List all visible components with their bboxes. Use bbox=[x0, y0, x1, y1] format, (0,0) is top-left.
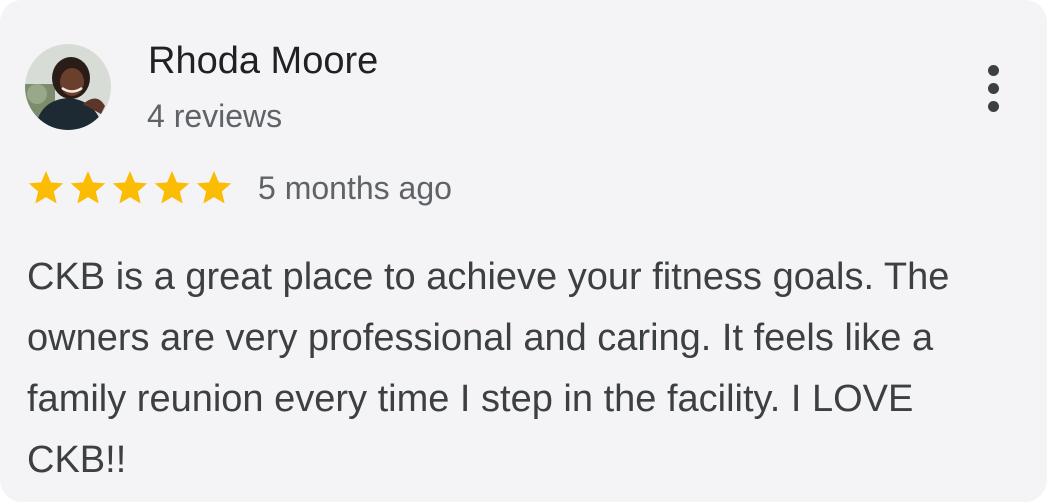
reviewer-name[interactable]: Rhoda Moore bbox=[148, 40, 378, 83]
avatar-photo bbox=[25, 44, 111, 130]
star-icon bbox=[70, 171, 106, 204]
review-card: Rhoda Moore 4 reviews 5 months ago CKB i… bbox=[0, 0, 1047, 502]
star-icon bbox=[28, 171, 64, 204]
star-icon bbox=[154, 171, 190, 204]
review-text: CKB is a great place to achieve your fit… bbox=[27, 256, 950, 481]
more-options-button[interactable] bbox=[975, 58, 1011, 118]
avatar[interactable] bbox=[25, 44, 111, 130]
review-date: 5 months ago bbox=[258, 169, 452, 206]
rating-row: 5 months ago bbox=[26, 168, 452, 208]
star-icon bbox=[196, 171, 232, 204]
more-vert-icon bbox=[987, 64, 999, 76]
star-rating bbox=[26, 168, 234, 208]
review-count[interactable]: 4 reviews bbox=[147, 98, 282, 135]
star-icon bbox=[112, 171, 148, 204]
